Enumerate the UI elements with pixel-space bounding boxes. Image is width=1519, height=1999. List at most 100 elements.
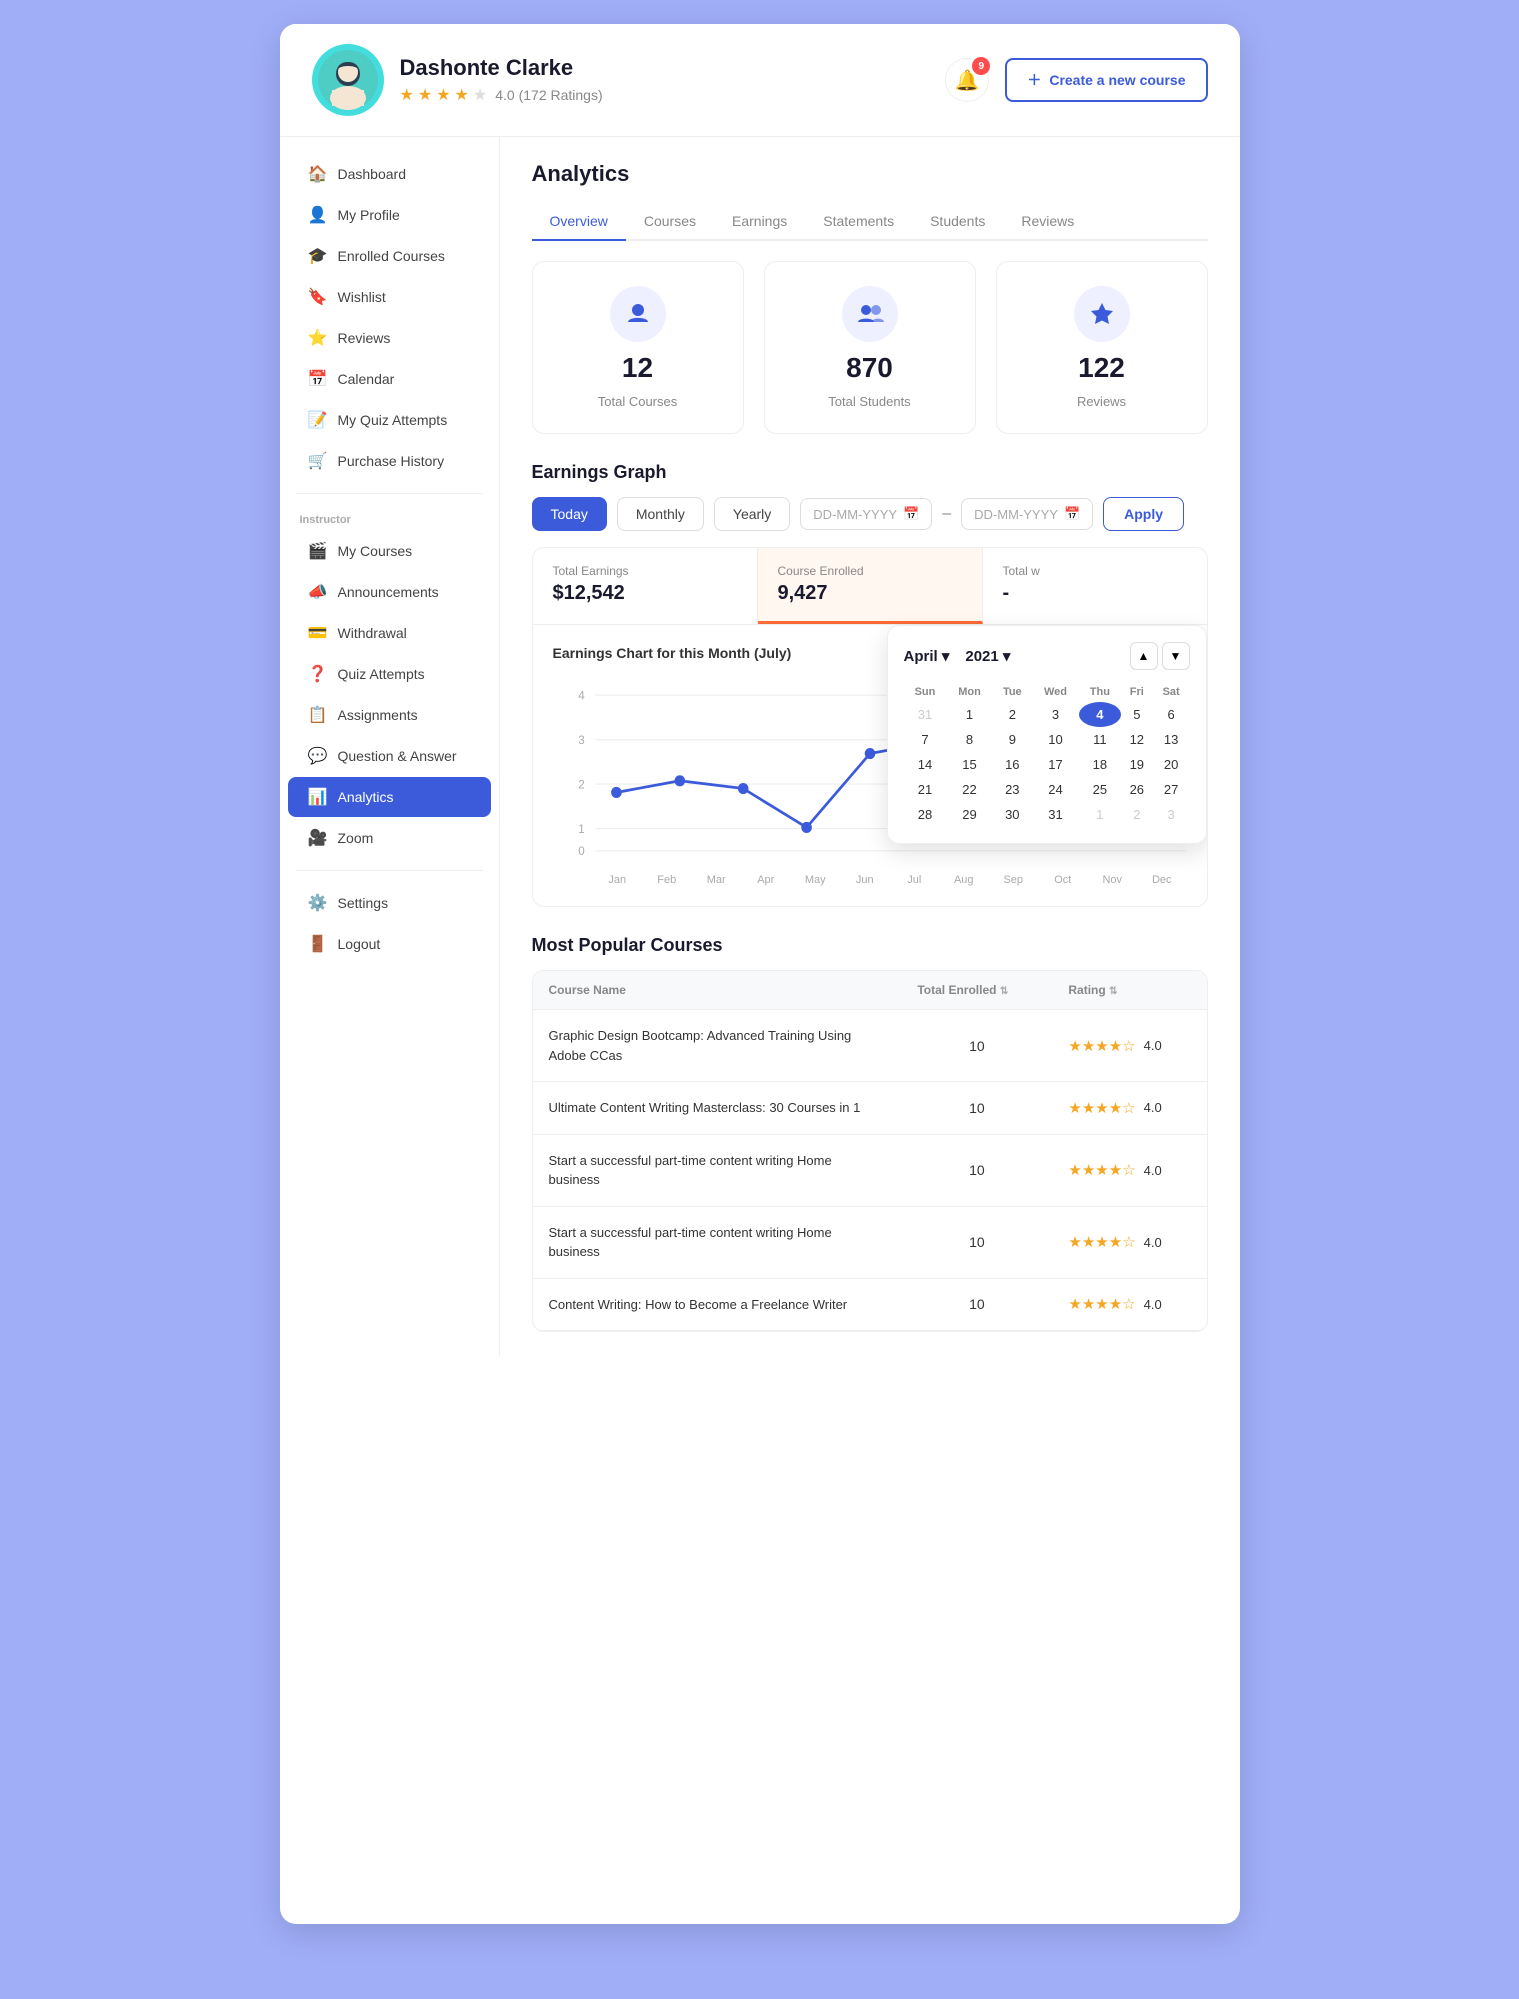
sidebar-label-reviews: Reviews xyxy=(338,330,391,346)
cal-day[interactable]: 15 xyxy=(946,752,992,777)
cal-day[interactable]: 19 xyxy=(1121,752,1153,777)
cal-day[interactable]: 26 xyxy=(1121,777,1153,802)
cal-day[interactable]: 25 xyxy=(1079,777,1121,802)
table-header-row: Course Name Total Enrolled ⇅ Rating ⇅ xyxy=(533,971,1207,1010)
cal-day[interactable]: 6 xyxy=(1153,702,1190,727)
user-info: Dashonte Clarke ★ ★ ★ ★ ★ 4.0 (172 Ratin… xyxy=(400,55,946,105)
month-labels: Jan Feb Mar Apr May Jun Jul Aug Sep Oct xyxy=(553,874,1187,886)
cal-day[interactable]: 30 xyxy=(993,802,1032,827)
cal-day-today[interactable]: 4 xyxy=(1079,702,1121,727)
cal-day[interactable]: 12 xyxy=(1121,727,1153,752)
cal-day[interactable]: 10 xyxy=(1032,727,1079,752)
cal-day[interactable]: 31 xyxy=(904,702,947,727)
sidebar-bottom-section: ⚙️ Settings 🚪 Logout xyxy=(280,883,499,964)
cal-day[interactable]: 13 xyxy=(1153,727,1190,752)
cal-day[interactable]: 8 xyxy=(946,727,992,752)
period-yearly-btn[interactable]: Yearly xyxy=(714,497,790,531)
cal-day[interactable]: 24 xyxy=(1032,777,1079,802)
sidebar-item-assignments[interactable]: 📋 Assignments xyxy=(288,695,491,735)
cal-day[interactable]: 14 xyxy=(904,752,947,777)
tab-earnings[interactable]: Earnings xyxy=(714,203,805,241)
table-row: Ultimate Content Writing Masterclass: 30… xyxy=(533,1082,1207,1135)
rating-value: 4.0 xyxy=(1144,1100,1162,1115)
cal-day[interactable]: 22 xyxy=(946,777,992,802)
sidebar-item-my-quiz-attempts[interactable]: 📝 My Quiz Attempts xyxy=(288,400,491,440)
sidebar-item-calendar[interactable]: 📅 Calendar xyxy=(288,359,491,399)
sidebar-label-settings: Settings xyxy=(338,895,389,911)
header: Dashonte Clarke ★ ★ ★ ★ ★ 4.0 (172 Ratin… xyxy=(280,24,1240,137)
sidebar-item-zoom[interactable]: 🎥 Zoom xyxy=(288,818,491,858)
tab-statements[interactable]: Statements xyxy=(805,203,912,241)
cal-day[interactable]: 5 xyxy=(1121,702,1153,727)
cal-day[interactable]: 11 xyxy=(1079,727,1121,752)
table-row: Start a successful part-time content wri… xyxy=(533,1134,1207,1206)
table-row: Graphic Design Bootcamp: Advanced Traini… xyxy=(533,1010,1207,1082)
notification-button[interactable]: 🔔 9 xyxy=(945,58,989,102)
tab-reviews[interactable]: Reviews xyxy=(1003,203,1092,241)
apply-button[interactable]: Apply xyxy=(1103,497,1184,531)
cal-day[interactable]: 23 xyxy=(993,777,1032,802)
cal-day[interactable]: 9 xyxy=(993,727,1032,752)
cal-day[interactable]: 20 xyxy=(1153,752,1190,777)
layout: 🏠 Dashboard 👤 My Profile 🎓 Enrolled Cour… xyxy=(280,137,1240,1356)
cal-day[interactable]: 31 xyxy=(1032,802,1079,827)
period-today-btn[interactable]: Today xyxy=(532,497,607,531)
header-actions: 🔔 9 ＋ Create a new course xyxy=(945,58,1207,102)
sidebar-item-dashboard[interactable]: 🏠 Dashboard xyxy=(288,154,491,194)
sidebar-item-question-answer[interactable]: 💬 Question & Answer xyxy=(288,736,491,776)
course-rating-cell: ★★★★☆ 4.0 xyxy=(1052,1082,1206,1135)
th-course-name: Course Name xyxy=(533,971,902,1010)
create-course-button[interactable]: ＋ Create a new course xyxy=(1005,58,1207,102)
period-monthly-btn[interactable]: Monthly xyxy=(617,497,704,531)
th-rating[interactable]: Rating ⇅ xyxy=(1052,971,1206,1010)
cal-day[interactable]: 7 xyxy=(904,727,947,752)
notification-badge: 9 xyxy=(972,57,990,75)
sidebar-item-wishlist[interactable]: 🔖 Wishlist xyxy=(288,277,491,317)
rating-text: 4.0 (172 Ratings) xyxy=(495,87,602,103)
tab-overview[interactable]: Overview xyxy=(532,203,626,241)
star-2: ★ xyxy=(418,85,432,105)
calendar-prev-btn[interactable]: ▲ xyxy=(1130,642,1158,670)
course-rating-cell: ★★★★☆ 4.0 xyxy=(1052,1206,1206,1278)
sidebar-main-section: 🏠 Dashboard 👤 My Profile 🎓 Enrolled Cour… xyxy=(280,154,499,481)
cal-day[interactable]: 16 xyxy=(993,752,1032,777)
cal-day[interactable]: 2 xyxy=(993,702,1032,727)
date-to-input[interactable]: DD-MM-YYYY 📅 xyxy=(961,498,1093,530)
sidebar-label-my-quiz-attempts: My Quiz Attempts xyxy=(338,412,448,428)
sidebar-label-dashboard: Dashboard xyxy=(338,166,407,182)
calendar-next-btn[interactable]: ▼ xyxy=(1162,642,1190,670)
sidebar-item-withdrawal[interactable]: 💳 Withdrawal xyxy=(288,613,491,653)
sidebar-item-my-courses[interactable]: 🎬 My Courses xyxy=(288,531,491,571)
tab-students[interactable]: Students xyxy=(912,203,1003,241)
sidebar-item-my-profile[interactable]: 👤 My Profile xyxy=(288,195,491,235)
zoom-icon: 🎥 xyxy=(308,828,328,848)
course-enrolled-cell: 10 xyxy=(901,1010,1052,1082)
cal-day[interactable]: 1 xyxy=(946,702,992,727)
sidebar-item-reviews[interactable]: ⭐ Reviews xyxy=(288,318,491,358)
sidebar-item-analytics[interactable]: 📊 Analytics xyxy=(288,777,491,817)
cal-day[interactable]: 21 xyxy=(904,777,947,802)
cal-day[interactable]: 18 xyxy=(1079,752,1121,777)
cal-day[interactable]: 2 xyxy=(1121,802,1153,827)
cal-day[interactable]: 29 xyxy=(946,802,992,827)
sidebar-item-logout[interactable]: 🚪 Logout xyxy=(288,924,491,964)
th-enrolled[interactable]: Total Enrolled ⇅ xyxy=(901,971,1052,1010)
sidebar-item-settings[interactable]: ⚙️ Settings xyxy=(288,883,491,923)
svg-text:2: 2 xyxy=(578,777,585,791)
calendar-month-display[interactable]: April ▾ xyxy=(904,647,950,665)
cal-day[interactable]: 3 xyxy=(1153,802,1190,827)
cal-day[interactable]: 17 xyxy=(1032,752,1079,777)
calendar-year-display[interactable]: 2021 ▾ xyxy=(965,647,1010,665)
cal-week-4: 21 22 23 24 25 26 27 xyxy=(904,777,1190,802)
sidebar-item-purchase-history[interactable]: 🛒 Purchase History xyxy=(288,441,491,481)
cal-day[interactable]: 28 xyxy=(904,802,947,827)
sidebar-item-quiz-attempts[interactable]: ❓ Quiz Attempts xyxy=(288,654,491,694)
date-from-input[interactable]: DD-MM-YYYY 📅 xyxy=(800,498,932,530)
sidebar-item-announcements[interactable]: 📣 Announcements xyxy=(288,572,491,612)
sidebar-item-enrolled-courses[interactable]: 🎓 Enrolled Courses xyxy=(288,236,491,276)
cal-day[interactable]: 1 xyxy=(1079,802,1121,827)
cal-day[interactable]: 27 xyxy=(1153,777,1190,802)
tab-courses[interactable]: Courses xyxy=(626,203,714,241)
sidebar-label-enrolled-courses: Enrolled Courses xyxy=(338,248,445,264)
cal-day[interactable]: 3 xyxy=(1032,702,1079,727)
